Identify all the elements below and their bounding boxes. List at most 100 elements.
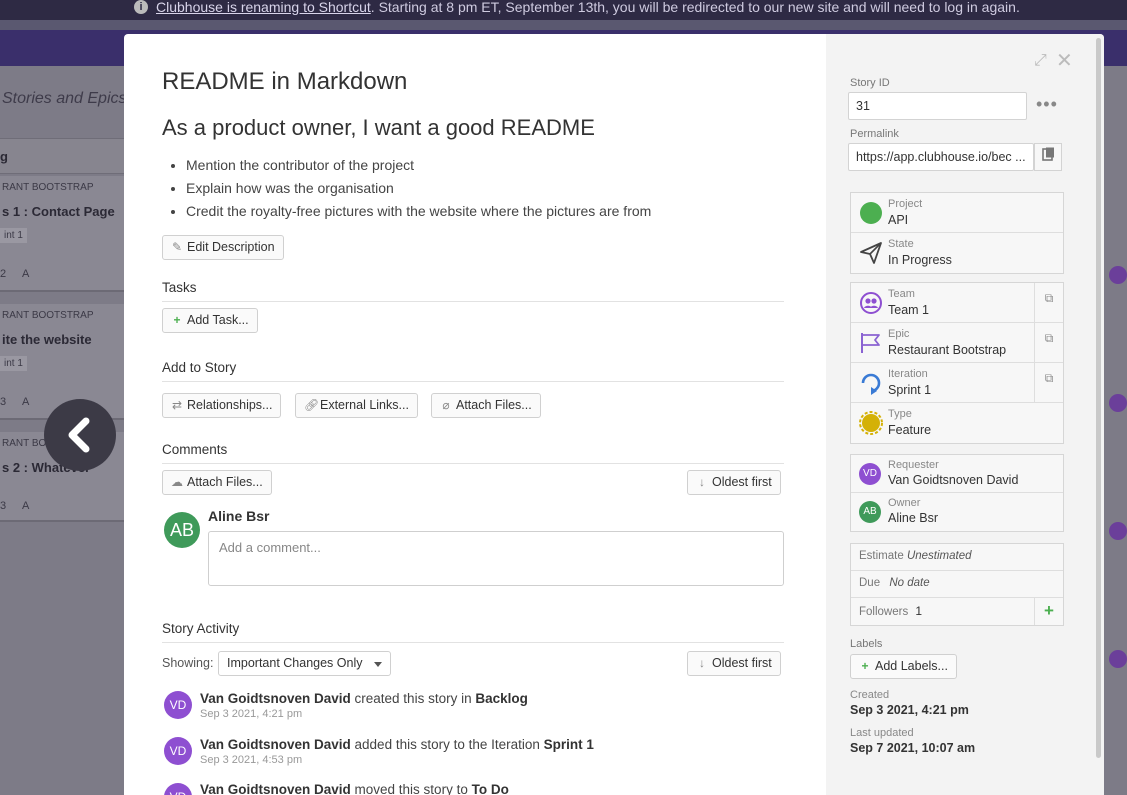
- created-value: Sep 3 2021, 4:21 pm: [850, 703, 969, 717]
- tasks-heading: Tasks: [162, 280, 784, 302]
- feature-badge-icon: [859, 411, 883, 435]
- avatar: VD: [164, 737, 192, 765]
- owner-field[interactable]: AB Owner Aline Bsr: [851, 493, 1063, 531]
- previous-story-button[interactable]: [44, 399, 116, 471]
- project-state-group: Project API State In Progress: [850, 192, 1064, 274]
- external-link-icon[interactable]: ⧉: [1034, 363, 1063, 402]
- attach-files-label: Attach Files...: [456, 398, 532, 412]
- copy-permalink-button[interactable]: [1034, 143, 1062, 171]
- caret-down-icon: [374, 662, 382, 667]
- people-group: VD Requester Van Goidtsnoven David AB Ow…: [850, 454, 1064, 532]
- arrows-icon: ⇄: [171, 398, 183, 412]
- paper-plane-icon: [860, 242, 882, 264]
- state-field[interactable]: State In Progress: [851, 233, 1063, 273]
- story-id-field[interactable]: 31: [848, 92, 1027, 120]
- estimate-field[interactable]: Estimate Unestimated: [851, 544, 1063, 571]
- relationships-button[interactable]: ⇄ Relationships...: [162, 393, 282, 418]
- activity-target[interactable]: Backlog: [475, 691, 528, 706]
- info-icon: i: [134, 0, 148, 14]
- activity-item: Van Goidtsnoven David created this story…: [200, 691, 528, 720]
- activity-action: created this story in: [350, 691, 476, 706]
- comments-heading: Comments: [162, 442, 784, 464]
- arrow-down-icon: ↓: [699, 656, 705, 670]
- team-value: Team 1: [888, 303, 929, 317]
- project-color-icon: [860, 202, 882, 224]
- owner-value: Aline Bsr: [888, 511, 939, 525]
- expand-icon[interactable]: ⤢: [1034, 52, 1047, 70]
- card-title: ite the website: [2, 332, 92, 347]
- avatar: VD: [164, 691, 192, 719]
- add-task-button[interactable]: + Add Task...: [162, 308, 258, 333]
- scrollbar[interactable]: [1096, 38, 1101, 758]
- description-heading: As a product owner, I want a good README: [162, 115, 595, 140]
- permalink-field[interactable]: https://app.clubhouse.io/bec ...: [848, 143, 1034, 171]
- card-owner: A: [22, 268, 30, 280]
- more-options-icon[interactable]: •••: [1036, 94, 1058, 115]
- estimate-due-followers-group: Estimate Unestimated Due No date Followe…: [850, 543, 1064, 626]
- requester-field[interactable]: VD Requester Van Goidtsnoven David: [851, 455, 1063, 493]
- team-field[interactable]: Team Team 1 ⧉: [851, 283, 1063, 323]
- followers-label: Followers: [859, 606, 909, 618]
- type-label: Type: [888, 408, 912, 420]
- iteration-field[interactable]: Iteration Sprint 1 ⧉: [851, 363, 1063, 403]
- story-title[interactable]: README in Markdown: [162, 68, 407, 96]
- description-list: Mention the contributor of the project E…: [186, 156, 651, 225]
- board-right-edge: [1103, 66, 1127, 795]
- add-follower-icon[interactable]: +: [1034, 598, 1063, 625]
- board-title: Stories and Epics: [2, 90, 127, 107]
- activity-sort-label: Oldest first: [712, 656, 772, 670]
- rename-link[interactable]: Clubhouse is renaming to Shortcut: [156, 0, 371, 15]
- followers-count: 1: [915, 604, 923, 618]
- activity-filter-select[interactable]: Important Changes Only: [218, 651, 391, 676]
- plus-icon: +: [861, 659, 869, 673]
- close-icon[interactable]: ✕: [1056, 48, 1073, 73]
- activity-target[interactable]: To Do: [472, 782, 509, 795]
- followers-field[interactable]: Followers 1 +: [851, 598, 1063, 625]
- list-item: Credit the royalty-free pictures with th…: [186, 202, 651, 225]
- updated-label: Last updated: [850, 727, 914, 739]
- owner-label: Owner: [888, 497, 921, 509]
- epic-label: Epic: [888, 328, 910, 340]
- avatar: AB: [859, 501, 881, 523]
- edit-description-label: Edit Description: [187, 240, 275, 254]
- add-labels-button[interactable]: + Add Labels...: [850, 654, 957, 679]
- type-field[interactable]: Type Feature: [851, 403, 1063, 443]
- activity-target[interactable]: Sprint 1: [544, 737, 594, 752]
- external-links-label: External Links...: [320, 398, 409, 412]
- comment-attach-button[interactable]: ☁ Attach Files...: [162, 470, 272, 495]
- epic-field[interactable]: Epic Restaurant Bootstrap ⧉: [851, 323, 1063, 363]
- edit-description-button[interactable]: ✎ Edit Description: [162, 235, 284, 260]
- commenter-name: Aline Bsr: [208, 508, 270, 524]
- story-sidebar: ⤢ ✕ Story ID 31 ••• Permalink https://ap…: [826, 34, 1104, 795]
- cloud-upload-icon: ☁: [171, 475, 183, 489]
- comments-sort-button[interactable]: ↓ Oldest first: [687, 470, 781, 495]
- add-task-label: Add Task...: [187, 313, 249, 327]
- comments-sort-label: Oldest first: [712, 475, 772, 489]
- state-value: In Progress: [888, 253, 952, 267]
- project-label: Project: [888, 198, 923, 210]
- external-link-icon[interactable]: ⧉: [1034, 283, 1063, 322]
- project-value: API: [888, 213, 909, 227]
- due-date-field[interactable]: Due No date: [851, 571, 1063, 598]
- relationships-label: Relationships...: [187, 398, 273, 412]
- external-links-button[interactable]: 🔗︎External Links...: [295, 393, 418, 418]
- pencil-icon: ✎: [171, 240, 183, 254]
- activity-sort-button[interactable]: ↓ Oldest first: [687, 651, 781, 676]
- activity-actor[interactable]: Van Goidtsnoven David: [200, 737, 351, 752]
- activity-actor[interactable]: Van Goidtsnoven David: [200, 691, 351, 706]
- team-icon: [1109, 394, 1127, 412]
- story-id-label: Story ID: [850, 77, 890, 89]
- external-link-icon[interactable]: ⧉: [1034, 323, 1063, 362]
- story-dialog: README in Markdown As a product owner, I…: [124, 34, 1104, 795]
- card-iteration: int 1: [0, 228, 27, 243]
- team-epic-iteration-type-group: Team Team 1 ⧉ Epic Restaurant Bootstrap …: [850, 282, 1064, 444]
- comment-input[interactable]: Add a comment...: [208, 531, 784, 586]
- chevron-left-icon: [68, 417, 90, 453]
- activity-actor[interactable]: Van Goidtsnoven David: [200, 782, 351, 795]
- card-title: s 1 : Contact Page: [2, 204, 115, 219]
- team-label: Team: [888, 288, 915, 300]
- story-card[interactable]: RANT BOOTSTRAP s 1 : Contact Page int 1 …: [0, 176, 124, 292]
- project-field[interactable]: Project API: [851, 193, 1063, 233]
- attach-files-button[interactable]: ⌀ Attach Files...: [431, 393, 541, 418]
- activity-action: added this story to the Iteration: [350, 737, 544, 752]
